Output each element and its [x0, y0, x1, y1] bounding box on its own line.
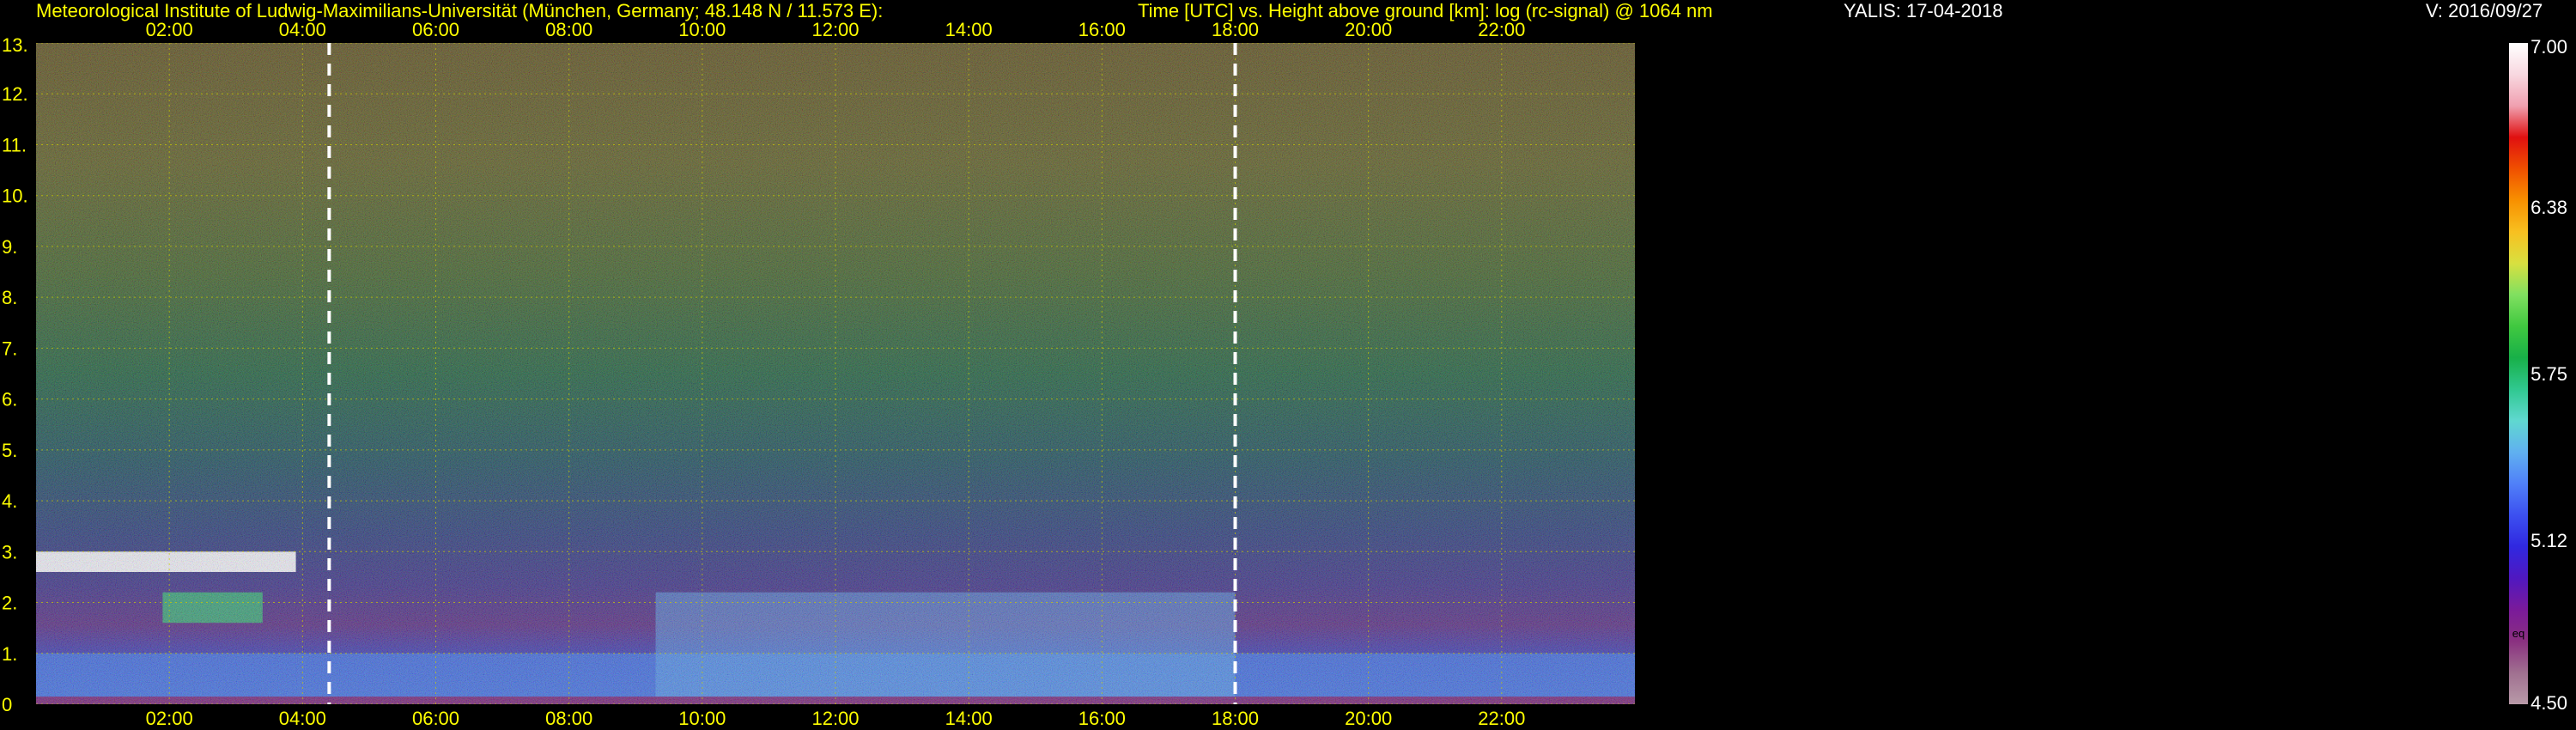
- x-tick-label-top: 02:00: [146, 19, 193, 40]
- x-tick-label-bottom: 12:00: [811, 708, 859, 729]
- x-tick-label-bottom: 18:00: [1212, 708, 1259, 729]
- colorbar-tick-label: 5.75: [2530, 363, 2567, 385]
- x-tick-label-top: 14:00: [945, 19, 993, 40]
- station-date: YALIS: 17-04-2018: [1844, 0, 2003, 21]
- x-axis-bottom: 02:00 04:00 06:00 08:00 10:00 12:00 14:00 16:00…: [146, 708, 1526, 729]
- colorbar-note: eq: [2512, 627, 2524, 640]
- x-tick-label-top: 12:00: [811, 19, 859, 40]
- x-tick-label-bottom: 06:00: [412, 708, 459, 729]
- x-tick-label-bottom: 08:00: [545, 708, 592, 729]
- x-tick-label-bottom: 14:00: [945, 708, 993, 729]
- x-tick-label-bottom: 22:00: [1478, 708, 1525, 729]
- y-tick-label: 5.: [2, 440, 17, 461]
- x-tick-label-bottom: 02:00: [146, 708, 193, 729]
- x-tick-label-top: 20:00: [1345, 19, 1392, 40]
- y-tick-label: 4.: [2, 490, 17, 512]
- colorbar-tick-label: 5.12: [2530, 530, 2567, 551]
- y-tick-label: 9.: [2, 236, 17, 258]
- colorbar-tick-label: 6.38: [2530, 197, 2567, 218]
- x-axis-top: 02:00 04:00 06:00 08:00 10:00 12:00 14:00 16:00…: [146, 19, 1526, 40]
- version-label: V: 2016/09/27: [2426, 0, 2543, 21]
- colorbar-bar: [2509, 43, 2528, 704]
- x-tick-label-top: 08:00: [545, 19, 592, 40]
- y-tick-label: 11.: [2, 134, 27, 155]
- y-tick-label: 6.: [2, 389, 17, 411]
- y-axis: 0 1. 2. 3. 4. 5. 6. 7. 8. 9. 10. 11. 12. 13.: [2, 34, 28, 715]
- x-tick-label-top: 06:00: [412, 19, 459, 40]
- colorbar-tick-label: 7.00: [2530, 36, 2567, 58]
- x-tick-label-bottom: 04:00: [279, 708, 326, 729]
- y-tick-label: 8.: [2, 287, 17, 308]
- y-tick-label: 7.: [2, 338, 17, 359]
- colorbar: 4.50 5.12 5.75 6.38 7.00 eq: [2509, 36, 2567, 714]
- x-tick-label-top: 10:00: [678, 19, 726, 40]
- colorbar-labels: 4.50 5.12 5.75 6.38 7.00: [2530, 36, 2567, 714]
- y-tick-label: 10.: [2, 186, 28, 207]
- x-tick-label-bottom: 20:00: [1345, 708, 1392, 729]
- x-tick-label-top: 18:00: [1212, 19, 1259, 40]
- x-tick-label-top: 04:00: [279, 19, 326, 40]
- lidar-chart: Meteorological Institute of Ludwig-Maxim…: [2, 0, 2567, 729]
- x-tick-label-bottom: 16:00: [1078, 708, 1126, 729]
- colorbar-tick-label: 4.50: [2530, 692, 2567, 714]
- x-tick-label-top: 22:00: [1478, 19, 1525, 40]
- x-tick-label-top: 16:00: [1078, 19, 1126, 40]
- plot-area: [36, 43, 1635, 704]
- y-tick-label: 0: [2, 694, 12, 715]
- y-tick-label: 12.: [2, 83, 28, 105]
- y-tick-label: 2.: [2, 593, 17, 614]
- x-tick-label-bottom: 10:00: [678, 708, 726, 729]
- y-tick-label: 1.: [2, 643, 17, 665]
- y-tick-label: 13.: [2, 34, 28, 56]
- y-tick-label: 3.: [2, 541, 17, 563]
